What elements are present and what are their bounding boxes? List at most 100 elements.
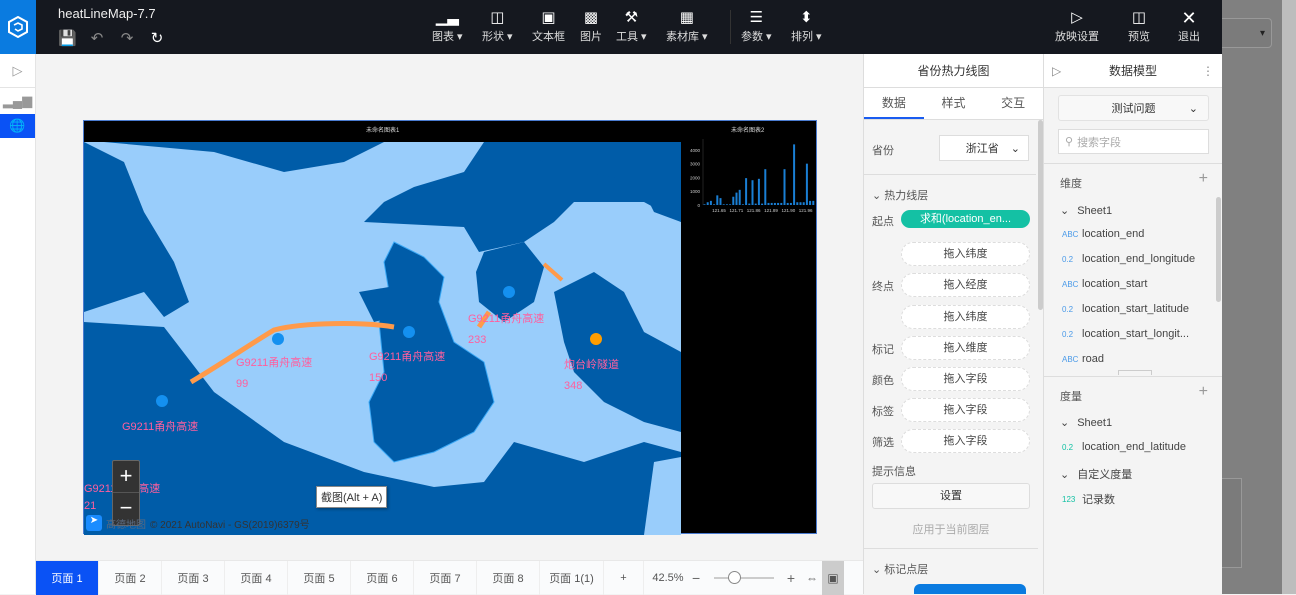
tool-image[interactable]: ▩ 图片: [580, 8, 602, 44]
field-item[interactable]: 0.2 location_start_longit...: [1062, 328, 1189, 340]
exit-button[interactable]: ✕ 退出: [1178, 8, 1200, 44]
tool-params[interactable]: ☰ 参数 ▾: [741, 8, 772, 44]
province-select[interactable]: 浙江省 ⌄: [939, 135, 1029, 161]
add-page-button[interactable]: +: [604, 560, 644, 595]
end-lat-dropzone[interactable]: 拖入纬度: [901, 305, 1030, 329]
custom-measure-group[interactable]: ⌄ 自定义度量: [1060, 466, 1132, 482]
scrollbar[interactable]: [1216, 197, 1221, 302]
signal-bars-icon[interactable]: ▂▄▆: [0, 88, 35, 114]
page-tab[interactable]: 页面 6: [351, 560, 414, 595]
filter-dropzone[interactable]: 拖入字段: [901, 429, 1030, 453]
field-item[interactable]: ABC road: [1062, 353, 1104, 365]
field-item[interactable]: ABC location_start: [1062, 278, 1147, 290]
field-item[interactable]: 0.2 location_end_latitude: [1062, 441, 1186, 453]
page-tab[interactable]: 页面 8: [477, 560, 540, 595]
image-icon: ▩: [583, 9, 599, 26]
refresh-icon[interactable]: ↻: [148, 29, 166, 47]
dimension-sheet[interactable]: ⌄ Sheet1: [1060, 204, 1112, 218]
page-tab[interactable]: 页面 4: [225, 560, 288, 595]
field-type-icon: ABC: [1062, 279, 1079, 289]
play-icon: ▷: [1071, 9, 1083, 26]
end-lng-dropzone[interactable]: 拖入经度: [901, 273, 1030, 297]
map-label: G9211甬舟高速 233: [468, 313, 545, 346]
feedback-button[interactable]: [1222, 478, 1242, 568]
tool-tools[interactable]: ⚒ 工具 ▾: [616, 8, 647, 44]
page-tab[interactable]: 页面 2: [99, 560, 162, 595]
page-tab[interactable]: 页面 7: [414, 560, 477, 595]
tool-chart[interactable]: ▁▃ 图表 ▾: [432, 8, 463, 44]
field-type-icon: 0.2: [1062, 304, 1074, 314]
mark-label: 标记: [872, 344, 894, 356]
save-icon[interactable]: 💾: [58, 29, 77, 47]
bar-chart-2[interactable]: 未命名图表2 0 1000 2000 3000 4000 121.65 121.71 121.…: [681, 121, 818, 223]
globe-icon[interactable]: 🌐: [0, 114, 35, 138]
mark-point-layer-header[interactable]: ⌄ 标记点层: [872, 561, 928, 577]
page-tab[interactable]: 页面 5: [288, 560, 351, 595]
tag-label: 标签: [872, 406, 894, 418]
zoom-in-button[interactable]: +: [780, 570, 802, 586]
panel-header: ▷ 数据模型 ⋮: [1044, 54, 1222, 88]
y-tick-label: 1000: [690, 189, 701, 194]
bar: [789, 202, 792, 205]
add-dimension-button[interactable]: +: [1199, 170, 1208, 188]
page-tab[interactable]: 页面 3: [162, 560, 225, 595]
undo-icon[interactable]: ↶: [88, 29, 106, 47]
heat-line-map-chart[interactable]: 未命名图表1 G9211甬舟高速 99 G9211甬舟高速 150 G9211甬舟高…: [83, 120, 818, 535]
tooltip-info-label: 提示信息: [872, 466, 916, 478]
tool-arrange[interactable]: ⬍ 排列 ▾: [791, 8, 822, 44]
tool-shape[interactable]: ◫ 形状 ▾: [482, 8, 513, 44]
page-tab[interactable]: 页面 1: [36, 560, 99, 595]
bar: [754, 203, 757, 205]
background-overlay: ▾: [1222, 0, 1296, 594]
zoom-out-button[interactable]: −: [692, 570, 708, 586]
field-item[interactable]: 123 记录数: [1062, 491, 1115, 507]
bar: [757, 178, 760, 205]
settings-button[interactable]: 设置: [872, 483, 1030, 509]
zoom-slider[interactable]: [714, 570, 774, 586]
bar-plot: 0 1000 2000 3000 4000 121.65 121.71 121.86 121.8…: [690, 139, 815, 213]
field-item[interactable]: 0.2 location_start_latitude: [1062, 303, 1189, 315]
field-item[interactable]: 0.2 location_end_longitude: [1062, 253, 1195, 265]
more-icon[interactable]: ⋮: [1202, 54, 1214, 88]
tab-style[interactable]: 样式: [924, 88, 984, 119]
preview-button[interactable]: ◫ 预览: [1128, 8, 1150, 44]
bar-chart-icon: ▁▃: [435, 9, 459, 26]
chevron-down-icon[interactable]: ▾: [1222, 18, 1272, 48]
start-field-pill[interactable]: 求和(location_en...: [901, 210, 1030, 228]
fit-width-icon[interactable]: ⇔: [802, 571, 822, 585]
textbox-icon: ▣: [541, 9, 556, 26]
map-view[interactable]: G9211甬舟高速 99 G9211甬舟高速 150 G9211甬舟高速 233 炮台…: [84, 142, 681, 535]
zoom-slider-handle[interactable]: [728, 570, 742, 584]
tab-interaction[interactable]: 交互: [983, 88, 1043, 119]
fullscreen-icon[interactable]: ▣: [822, 560, 844, 595]
close-icon: ✕: [1181, 8, 1197, 28]
presentation-settings-button[interactable]: ▷ 放映设置: [1055, 8, 1099, 44]
bar: [725, 204, 728, 205]
dataset-select[interactable]: 测试问题 ⌄: [1058, 95, 1209, 121]
bar: [802, 202, 805, 205]
heat-line-layer-header[interactable]: ⌄ 热力线层: [872, 187, 928, 203]
measure-sheet[interactable]: ⌄ Sheet1: [1060, 416, 1112, 430]
app-logo[interactable]: [0, 0, 36, 54]
bar: [786, 202, 789, 205]
expand-panel-icon[interactable]: ▷: [0, 54, 35, 88]
map-zoom-in-button[interactable]: +: [113, 461, 139, 493]
tab-data[interactable]: 数据: [864, 88, 924, 119]
field-item[interactable]: ABC location_end: [1062, 228, 1144, 240]
start-lat-dropzone[interactable]: 拖入纬度: [901, 242, 1030, 266]
mark-dropzone[interactable]: 拖入维度: [901, 336, 1030, 360]
redo-icon[interactable]: ↷: [118, 29, 136, 47]
tool-library[interactable]: ▦ 素材库 ▾: [666, 8, 708, 44]
field-search-input[interactable]: ⚲ 搜索字段: [1058, 129, 1209, 154]
tag-dropzone[interactable]: 拖入字段: [901, 398, 1030, 422]
color-dropzone[interactable]: 拖入字段: [901, 367, 1030, 391]
page-tab[interactable]: 页面 1(1): [540, 560, 604, 595]
tool-textbox[interactable]: ▣ 文本框: [532, 8, 565, 44]
bar: [777, 202, 780, 205]
collapse-panel-icon[interactable]: ▷: [1052, 54, 1061, 88]
add-measure-button[interactable]: +: [1199, 383, 1208, 401]
apply-to-layer-button[interactable]: 应用于当前图层: [864, 521, 1038, 537]
field-name: road: [1082, 353, 1105, 365]
y-tick-label: 2000: [690, 175, 701, 180]
chevron-down-icon: ⌄: [1188, 102, 1198, 115]
